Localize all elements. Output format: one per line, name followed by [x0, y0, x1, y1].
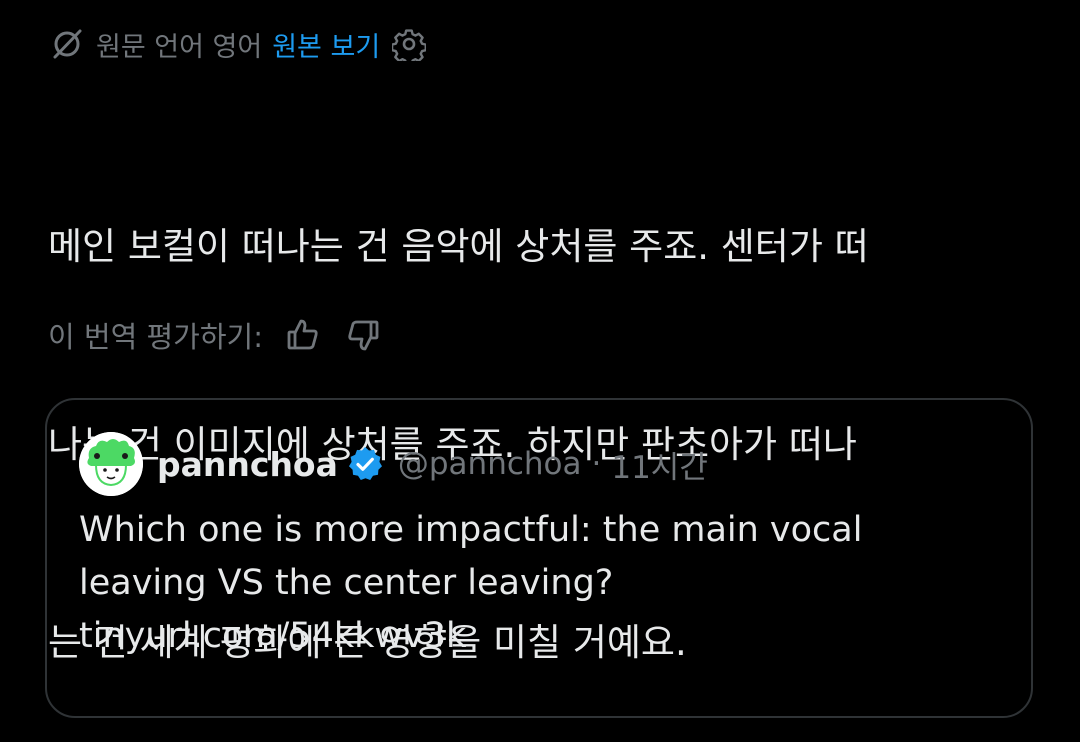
tweet-text-line: 메인 보컬이 떠나는 건 음악에 상처를 주죠. 센터가 떠: [48, 225, 869, 268]
separator-dot: ·: [591, 446, 602, 482]
quoted-tweet-card[interactable]: pannchoa @pannchoa · 11시간 Which one is m…: [45, 398, 1033, 718]
avatar[interactable]: [79, 432, 143, 496]
quoted-tweet-header: pannchoa @pannchoa · 11시간: [79, 432, 708, 496]
quoted-text-line: Which one is more impactful: the main vo…: [79, 510, 863, 550]
thumbs-down-icon[interactable]: [343, 315, 383, 355]
quoted-tweet-text: Which one is more impactful: the main vo…: [79, 504, 979, 663]
thumbs-up-icon[interactable]: [283, 315, 323, 355]
author-handle[interactable]: @pannchoa: [398, 446, 582, 482]
quoted-text-line: leaving VS the center leaving?: [79, 563, 614, 603]
gear-icon[interactable]: [390, 25, 428, 63]
translation-rating-bar: 이 번역 평가하기:: [48, 310, 383, 360]
author-name[interactable]: pannchoa: [157, 445, 338, 484]
source-language-label: 원문 언어 영어: [96, 31, 263, 63]
timestamp[interactable]: 11시간: [611, 442, 708, 487]
rate-translation-label: 이 번역 평가하기:: [48, 320, 263, 354]
verified-badge-icon: [346, 445, 384, 483]
view-original-link[interactable]: 원본 보기: [272, 25, 380, 64]
translation-bar: 원문 언어 영어 원본 보기: [48, 24, 428, 64]
quoted-tweet-link[interactable]: tinyurl.com/54kkwv3k: [79, 610, 979, 663]
globe-translate-icon: [48, 25, 86, 63]
